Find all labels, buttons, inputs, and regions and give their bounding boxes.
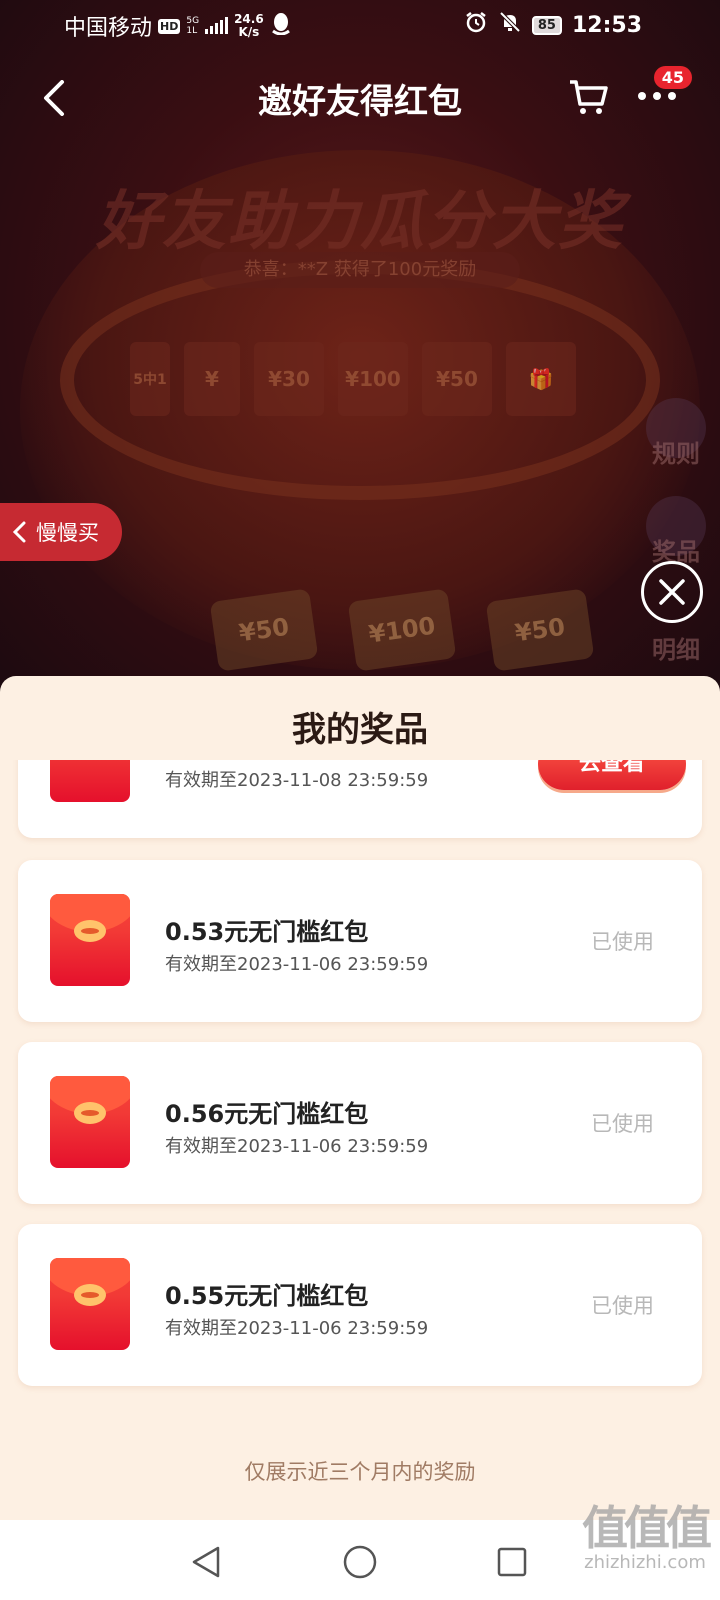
status-left: 中国移动 HD 5G 1L 24.6 K/s [64, 10, 292, 42]
prize-name: 0.56元无门槛红包 [165, 1100, 369, 1128]
background-bottom-tile: ¥50 [485, 588, 595, 672]
prize-name: 0.55元无门槛红包 [165, 1282, 369, 1310]
slow-buy-label: 慢慢买 [36, 521, 99, 545]
background-bottom-tile: ¥50 [209, 588, 319, 672]
alarm-icon [464, 10, 488, 40]
close-icon [659, 579, 685, 605]
network-sub-label: 1L [186, 26, 198, 36]
system-home-button[interactable] [340, 1542, 380, 1582]
triangle-back-icon [192, 1546, 220, 1578]
cart-icon [570, 80, 608, 114]
bell-muted-icon [498, 10, 522, 40]
status-bar: 中国移动 HD 5G 1L 24.6 K/s 85 12:53 [0, 0, 720, 50]
prize-expiry: 有效期至2023-11-06 23:59:59 [165, 954, 429, 975]
carrier-name: 中国移动 [64, 16, 153, 41]
system-recents-button[interactable] [492, 1542, 532, 1582]
prize-list[interactable]: 有效期至2023-11-08 23:59:59 去查看 0.53元无门槛红包 有… [0, 760, 720, 1410]
background-prize-tile: ¥ [184, 342, 240, 416]
history-range-note: 仅展示近三个月内的奖励 [244, 1460, 476, 1484]
prize-expiry: 有效期至2023-11-08 23:59:59 [165, 770, 429, 791]
red-envelope-icon [50, 1076, 130, 1168]
background-ticker: 恭喜：**Z 获得了100元奖励 [200, 252, 520, 288]
prize-item: 0.53元无门槛红包 有效期至2023-11-06 23:59:59 已使用 [18, 860, 702, 1022]
background-prize-tiles: 5中1 ¥ ¥30 ¥100 ¥50 🎁 [130, 342, 576, 416]
square-recents-icon [497, 1547, 527, 1577]
top-navbar: 邀好友得红包 45 [0, 50, 720, 146]
prize-expiry: 有效期至2023-11-06 23:59:59 [165, 1318, 429, 1339]
background-prize-tile: ¥30 [254, 342, 324, 416]
hd-badge: HD [158, 18, 181, 34]
chevron-left-icon [12, 521, 26, 543]
qq-icon [270, 11, 292, 41]
network-type-label: 5G [186, 16, 200, 26]
close-sheet-button[interactable] [641, 561, 703, 623]
system-back-button[interactable] [186, 1542, 226, 1582]
prize-item: 有效期至2023-11-08 23:59:59 去查看 [18, 760, 702, 838]
sheet-title: 我的奖品 [292, 710, 428, 750]
page-title: 邀好友得红包 [258, 82, 462, 122]
rules-side-label[interactable]: 规则 [646, 434, 706, 469]
signal-icon [205, 17, 229, 34]
prize-item: 0.56元无门槛红包 有效期至2023-11-06 23:59:59 已使用 [18, 1042, 702, 1204]
view-prize-button[interactable]: 去查看 [538, 760, 686, 790]
background-prize-tile: 🎁 [506, 342, 576, 416]
network-speed: 24.6 K/s [234, 13, 264, 39]
prize-name: 0.53元无门槛红包 [165, 918, 369, 946]
watermark-url: zhizhizhi.com [584, 1552, 706, 1573]
red-envelope-icon [50, 894, 130, 986]
more-dots-icon [638, 92, 676, 100]
network-type: 5G 1L [186, 16, 199, 36]
background-prize-tile: 5中1 [130, 342, 170, 416]
prize-item: 0.55元无门槛红包 有效期至2023-11-06 23:59:59 已使用 [18, 1224, 702, 1386]
battery-icon: 85 [531, 15, 562, 35]
network-speed-unit: K/s [238, 25, 260, 39]
background-prize-tile: ¥100 [338, 342, 408, 416]
prize-status: 已使用 [591, 930, 654, 954]
red-envelope-icon [50, 1258, 130, 1350]
cart-button[interactable] [566, 74, 610, 118]
background-headline: 好友助力瓜分大奖 [96, 185, 624, 259]
message-count-badge: 45 [651, 64, 694, 91]
prize-status: 已使用 [591, 1294, 654, 1318]
prize-expiry: 有效期至2023-11-06 23:59:59 [165, 1136, 429, 1157]
status-right: 85 12:53 [464, 10, 642, 40]
background-prize-tile: ¥50 [422, 342, 492, 416]
detail-side-label[interactable]: 明细 [646, 630, 706, 665]
site-watermark: 值值值 zhizhizhi.com [582, 1501, 712, 1573]
slow-buy-button[interactable]: 慢慢买 [0, 503, 122, 561]
red-envelope-icon [50, 760, 130, 802]
watermark-logo: 值值值 [582, 1501, 712, 1555]
circle-home-icon [343, 1545, 377, 1579]
background-bottom-tile: ¥100 [347, 588, 457, 672]
my-prizes-sheet: 我的奖品 有效期至2023-11-08 23:59:59 去查看 0.53元无门… [0, 676, 720, 1520]
clock: 12:53 [571, 12, 642, 38]
prize-status: 已使用 [591, 1112, 654, 1136]
